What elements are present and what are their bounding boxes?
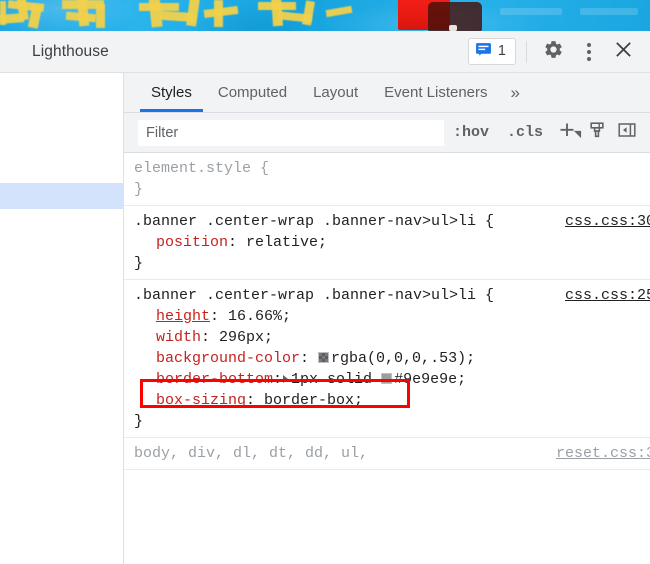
- tab-label: Event Listeners: [384, 84, 488, 101]
- page-banner-strip: [0, 0, 650, 31]
- banner-glyph: [0, 1, 6, 25]
- css-rule-closing-brace: }: [134, 181, 144, 198]
- console-message-icon: [475, 41, 492, 63]
- css-selector[interactable]: element.style {: [134, 158, 650, 179]
- css-rule-closing-brace: }: [134, 413, 144, 430]
- css-rule[interactable]: .banner .center-wrap .banner-nav>ul>li {…: [124, 206, 650, 280]
- css-rule[interactable]: element.style { }: [124, 153, 650, 206]
- expand-shorthand-icon[interactable]: [283, 375, 289, 383]
- css-selector[interactable]: body, div, dl, dt, dd, ul,: [134, 443, 548, 464]
- css-rule-header: .banner .center-wrap .banner-nav>ul>li {…: [134, 211, 650, 232]
- css-property-name[interactable]: position: [156, 234, 228, 251]
- css-property-value[interactable]: 1px solid: [291, 371, 381, 388]
- tab-styles[interactable]: Styles: [138, 73, 205, 112]
- tab-label: Layout: [313, 84, 359, 101]
- gear-icon: [543, 39, 564, 65]
- filter-input[interactable]: [138, 119, 444, 146]
- tab-label: Computed: [217, 84, 288, 101]
- page-title: Lighthouse: [32, 42, 109, 60]
- elements-tree-pane[interactable]: [0, 73, 124, 564]
- toggle-hover-state-button[interactable]: :hov: [444, 124, 498, 141]
- css-property-value-color[interactable]: #9e9e9e;: [394, 371, 466, 388]
- css-rule-header: body, div, dl, dt, dd, ul, reset.css:36: [134, 443, 650, 464]
- banner-glyph: [139, 3, 179, 11]
- css-rule-header: element.style {: [134, 158, 650, 179]
- console-messages-button[interactable]: 1: [467, 38, 516, 65]
- css-rule-origin-link[interactable]: css.css:258: [565, 285, 650, 306]
- toggle-class-editor-button[interactable]: .cls: [498, 124, 552, 141]
- devtools-body: Styles Computed Layout Event Listeners »…: [0, 73, 650, 564]
- devtools-window: Lighthouse 1 Styles Computed Layout Even…: [0, 31, 650, 564]
- banner-faint-bar: [580, 8, 638, 15]
- css-rule-origin-link[interactable]: css.css:300: [565, 211, 650, 232]
- css-property-value[interactable]: relative;: [246, 234, 327, 251]
- css-property-name[interactable]: width: [156, 329, 201, 346]
- css-declaration[interactable]: width: 296px;: [134, 327, 650, 348]
- css-property-name[interactable]: background-color: [156, 350, 300, 367]
- chevron-down-icon: [573, 126, 582, 144]
- panel-collapse-icon: [617, 120, 637, 145]
- banner-glyph: [258, 2, 296, 10]
- devtools-titlebar: Lighthouse 1: [0, 31, 650, 73]
- color-swatch[interactable]: [318, 352, 330, 363]
- tab-event-listeners[interactable]: Event Listeners: [371, 73, 500, 112]
- css-rules-list[interactable]: element.style { } .banner .center-wrap .…: [124, 153, 650, 564]
- close-icon: [614, 40, 633, 64]
- titlebar-actions: 1: [467, 35, 640, 68]
- kebab-menu-icon: [586, 42, 591, 61]
- console-message-count: 1: [497, 43, 506, 60]
- css-declaration[interactable]: border-bottom: 1px solid #9e9e9e;: [134, 369, 650, 390]
- css-selector[interactable]: .banner .center-wrap .banner-nav>ul>li {: [134, 285, 557, 306]
- toggle-sidebar-button[interactable]: [612, 119, 642, 147]
- css-property-value[interactable]: 16.66%;: [228, 308, 291, 325]
- close-button[interactable]: [607, 35, 640, 68]
- tab-label: Styles: [151, 84, 192, 101]
- css-rule-origin-link[interactable]: reset.css:36: [556, 443, 650, 464]
- css-selector[interactable]: .banner .center-wrap .banner-nav>ul>li {: [134, 211, 557, 232]
- tab-layout[interactable]: Layout: [300, 73, 371, 112]
- css-property-value[interactable]: 296px;: [219, 329, 273, 346]
- css-declaration[interactable]: background-color: rgba(0,0,0,.53);: [134, 348, 650, 369]
- titlebar-divider: [526, 40, 527, 63]
- tabs-overflow-button[interactable]: »: [501, 73, 530, 112]
- computed-styles-sidebar-button[interactable]: [582, 119, 612, 147]
- paintbrush-icon: [587, 120, 607, 145]
- css-declaration[interactable]: height: 16.66%;: [134, 306, 650, 327]
- new-style-rule-button[interactable]: [552, 119, 582, 147]
- css-property-name[interactable]: height: [156, 308, 210, 325]
- css-property-value[interactable]: rgba(0,0,0,.53);: [331, 350, 475, 367]
- css-property-name[interactable]: box-sizing: [156, 392, 246, 409]
- settings-button[interactable]: [537, 35, 570, 68]
- styles-pane-tabs: Styles Computed Layout Event Listeners »: [124, 73, 650, 113]
- banner-dark-shape: [428, 2, 482, 31]
- styles-filter-toolbar: :hov .cls: [124, 113, 650, 153]
- css-rule-closing-brace: }: [134, 255, 144, 272]
- css-property-name[interactable]: border-bottom: [156, 371, 273, 388]
- css-property-value[interactable]: border-box;: [264, 392, 363, 409]
- tab-computed[interactable]: Computed: [205, 73, 300, 112]
- styles-pane: Styles Computed Layout Event Listeners »…: [124, 73, 650, 564]
- css-rule[interactable]: body, div, dl, dt, dd, ul, reset.css:36: [124, 438, 650, 470]
- css-rule[interactable]: .banner .center-wrap .banner-nav>ul>li {…: [124, 280, 650, 438]
- banner-glyph: [96, 4, 105, 28]
- more-options-button[interactable]: [572, 35, 605, 68]
- selected-element-row[interactable]: [0, 183, 123, 209]
- banner-faint-bar: [500, 8, 562, 15]
- css-declaration[interactable]: box-sizing: border-box;: [134, 390, 650, 411]
- css-rule-header: .banner .center-wrap .banner-nav>ul>li {…: [134, 285, 650, 306]
- css-declaration[interactable]: position: relative;: [134, 232, 650, 253]
- color-swatch[interactable]: [381, 373, 393, 384]
